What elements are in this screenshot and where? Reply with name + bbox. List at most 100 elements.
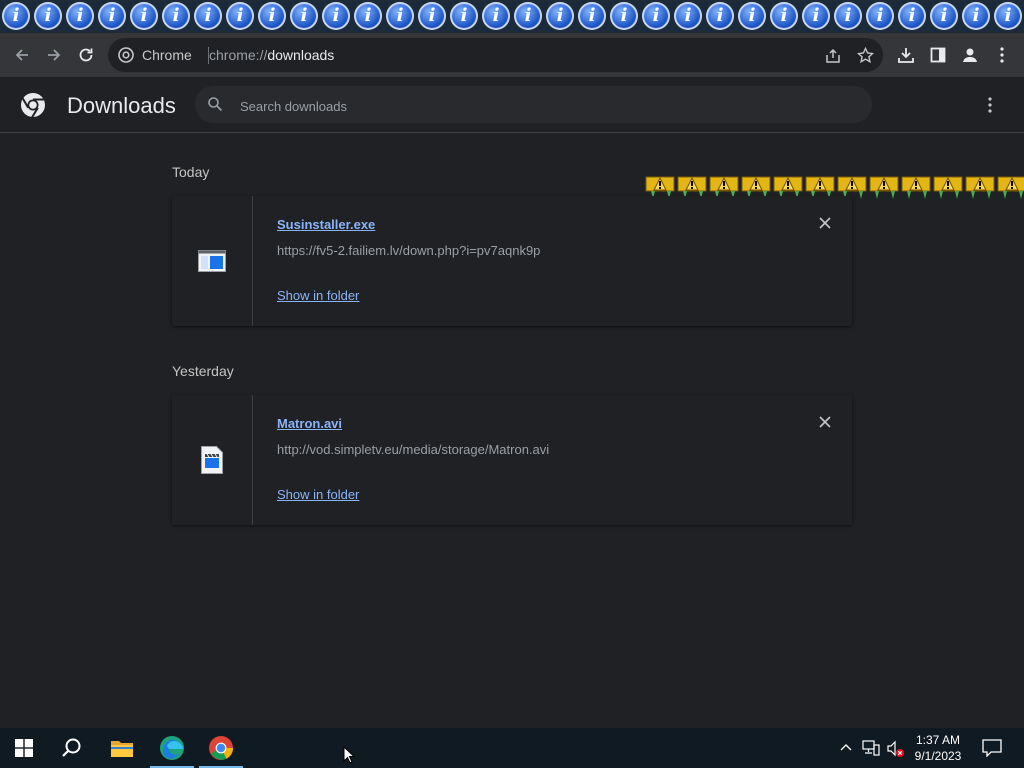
taskbar: 1:37 AM 9/1/2023	[0, 728, 1024, 768]
info-icon: i	[418, 2, 446, 30]
downloads-more-actions-button[interactable]	[980, 95, 1000, 115]
warning-icon	[901, 173, 933, 203]
folder-icon	[111, 741, 133, 757]
info-icon: i	[226, 2, 254, 30]
info-icon: i	[738, 2, 766, 30]
mouse-cursor-icon	[343, 746, 355, 764]
info-icon: i	[2, 2, 30, 30]
side-panel-icon	[930, 47, 946, 63]
info-icon: i	[930, 2, 958, 30]
file-source-url[interactable]: https://fv5-2.failiem.lv/down.php?i=pv7a…	[277, 243, 540, 258]
edge-browser-icon	[160, 736, 184, 760]
search-input[interactable]	[238, 95, 802, 117]
info-icon: i	[162, 2, 190, 30]
browser-toolbar: Chrome chrome://downloads	[0, 33, 1024, 77]
download-item: Susinstaller.exe https://fv5-2.failiem.l…	[172, 196, 852, 326]
download-icon	[898, 48, 914, 63]
browser-menu-button[interactable]	[990, 43, 1014, 67]
date-header-yesterday: Yesterday	[172, 363, 234, 379]
info-icon: i	[610, 2, 638, 30]
taskbar-file-explorer[interactable]	[98, 728, 146, 768]
warning-icon	[997, 173, 1024, 203]
info-icon: i	[258, 2, 286, 30]
file-source-url[interactable]: http://vod.simpletv.eu/media/storage/Mat…	[277, 442, 549, 457]
clock-time: 1:37 AM	[915, 733, 961, 747]
download-item: Matron.avi http://vod.simpletv.eu/media/…	[172, 395, 852, 525]
show-in-folder-link[interactable]: Show in folder	[277, 487, 359, 502]
bookmark-star-icon[interactable]	[857, 47, 874, 64]
search-icon	[208, 97, 223, 112]
info-icon: i	[34, 2, 62, 30]
page-title: Downloads	[67, 93, 176, 118]
warning-icon	[933, 173, 965, 203]
info-icon: i	[578, 2, 606, 30]
chrome-logo-icon	[21, 93, 45, 119]
side-panel-button[interactable]	[926, 43, 950, 67]
info-icon: i	[898, 2, 926, 30]
remove-from-list-button[interactable]	[817, 215, 833, 231]
share-icon[interactable]	[825, 48, 841, 64]
file-name-link[interactable]: Susinstaller.exe	[277, 217, 375, 232]
warning-icon	[965, 173, 997, 203]
taskbar-chrome[interactable]	[197, 728, 245, 768]
file-icon-column	[172, 196, 253, 326]
taskbar-search-button[interactable]	[48, 728, 96, 768]
url-host: downloads	[267, 47, 335, 63]
info-icon: i	[354, 2, 382, 30]
info-icon: i	[386, 2, 414, 30]
info-icon: i	[546, 2, 574, 30]
volume-muted-icon[interactable]	[886, 740, 906, 758]
info-icon: i	[770, 2, 798, 30]
info-icon: i	[834, 2, 862, 30]
downloads-button[interactable]	[894, 43, 918, 67]
info-icon: i	[98, 2, 126, 30]
warning-icon	[869, 173, 901, 203]
info-icon: i	[66, 2, 94, 30]
start-button[interactable]	[0, 728, 48, 768]
search-icon	[62, 738, 81, 757]
forward-arrow-icon	[48, 49, 61, 61]
info-icon: i	[962, 2, 990, 30]
remove-from-list-button[interactable]	[817, 414, 833, 430]
video-file-icon	[201, 446, 223, 474]
profile-button[interactable]	[958, 43, 982, 67]
network-icon[interactable]	[862, 740, 880, 756]
reload-icon	[79, 48, 93, 62]
forward-button[interactable]	[42, 43, 66, 67]
info-icon: i	[482, 2, 510, 30]
installer-file-icon	[198, 250, 226, 272]
url-scheme: chrome://	[209, 47, 268, 63]
info-icon: i	[706, 2, 734, 30]
profile-avatar-icon	[963, 48, 977, 62]
info-icon: i	[802, 2, 830, 30]
info-icon: i	[642, 2, 670, 30]
info-icon: i	[674, 2, 702, 30]
chrome-browser-icon	[209, 736, 234, 760]
file-icon-column	[172, 395, 253, 525]
downloads-header: Downloads	[0, 77, 1024, 133]
omnibox-url[interactable]: chrome://downloads	[209, 47, 334, 63]
kebab-menu-icon	[1000, 47, 1004, 63]
info-icon-strip: iiiiiiiiiiiiiiiiiiiiiiiiiiiiiiii	[0, 0, 1024, 33]
system-clock[interactable]: 1:37 AM 9/1/2023	[905, 732, 971, 764]
info-icon: i	[130, 2, 158, 30]
search-box[interactable]	[195, 86, 872, 123]
info-icon: i	[322, 2, 350, 30]
file-name-link[interactable]: Matron.avi	[277, 416, 342, 431]
info-icon: i	[866, 2, 894, 30]
info-icon: i	[194, 2, 222, 30]
action-center-notifications-icon[interactable]	[982, 739, 1002, 757]
address-bar[interactable]: Chrome chrome://downloads	[108, 38, 883, 72]
info-icon: i	[994, 2, 1022, 30]
taskbar-edge[interactable]	[148, 728, 196, 768]
reload-button[interactable]	[74, 43, 98, 67]
info-icon: i	[514, 2, 542, 30]
windows-logo-icon	[15, 739, 33, 757]
kebab-menu-icon	[988, 97, 992, 113]
show-hidden-icons-chevron-up-icon[interactable]	[840, 742, 852, 754]
back-button[interactable]	[10, 43, 34, 67]
show-in-folder-link[interactable]: Show in folder	[277, 288, 359, 303]
chrome-icon	[118, 47, 134, 63]
clock-date: 9/1/2023	[914, 749, 962, 763]
info-icon: i	[290, 2, 318, 30]
